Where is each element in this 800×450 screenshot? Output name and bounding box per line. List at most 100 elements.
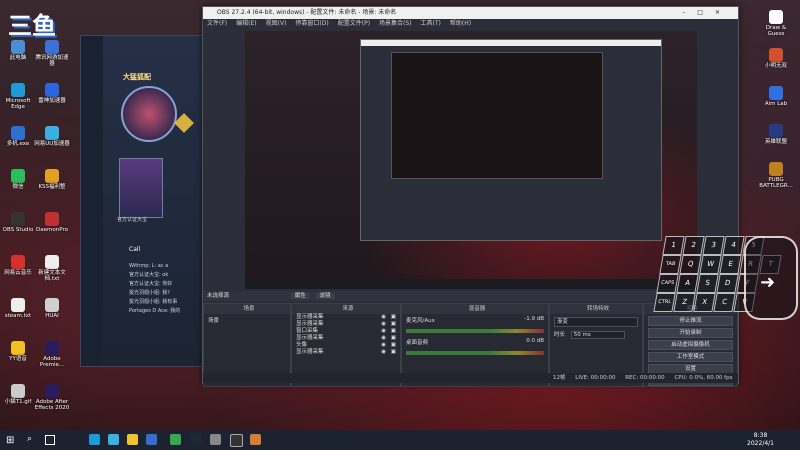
source-item[interactable]: 显示器采集 ◉ ▣ — [292, 314, 400, 321]
app-icon — [769, 162, 783, 176]
obs-window[interactable]: OBS 27.2.4 (64-bit, windows) - 配置文件: 未命名… — [202, 6, 739, 387]
desktop-icon[interactable]: 网易UU加速器 — [34, 126, 70, 147]
steam-taskbar-icon[interactable] — [190, 434, 201, 445]
menu-item[interactable]: 工具(T) — [421, 20, 441, 27]
clock[interactable]: 8:38 2022/4/1 — [747, 432, 774, 448]
sources-header: 来源 — [292, 304, 400, 314]
desktop-icon-label: 微信 — [12, 184, 24, 190]
avatar — [121, 86, 177, 142]
lock-icon[interactable]: ▣ — [391, 342, 396, 349]
app2-taskbar-icon[interactable] — [250, 434, 261, 445]
desktop-icon[interactable]: KSS福利整 — [34, 169, 70, 190]
control-button[interactable]: 停止推流 — [648, 316, 733, 326]
browser-taskbar-icon[interactable] — [108, 434, 119, 445]
scene-item[interactable]: 场景 — [204, 314, 290, 326]
desktop-icon[interactable]: 微信 — [0, 169, 36, 190]
desktop-icon[interactable]: 网易云音乐 — [0, 255, 36, 276]
desktop-icon[interactable]: 小明无双 — [758, 48, 794, 69]
desktop-icon-label: Microsoft Edge — [5, 98, 31, 111]
lock-icon[interactable]: ▣ — [391, 314, 396, 321]
nested-titlebar — [361, 40, 661, 46]
desktop-icon[interactable]: 多机.exe — [0, 126, 36, 147]
game-client-window[interactable]: 大猛狐配 官方认证大宝 Call Withmp: L: ac a 官方认证大宝: … — [80, 35, 212, 367]
duration-label: 时长 — [554, 332, 566, 338]
eye-icon[interactable]: ◉ — [381, 342, 386, 349]
volume-meter[interactable] — [406, 329, 544, 333]
search-icon[interactable]: ⌕ — [27, 434, 32, 444]
key-cap: X — [693, 293, 716, 312]
desktop-icon[interactable]: 腾讯网游加速器 — [34, 40, 70, 67]
duration-input[interactable]: 50 ms — [570, 331, 625, 339]
desktop-icon[interactable]: Microsoft Edge — [0, 83, 36, 110]
rec-time: REC: 00:00:00 — [625, 375, 665, 381]
desktop-icon[interactable]: 此电脑 — [0, 40, 36, 61]
source-item[interactable]: 显示器采集 ◉ ▣ — [292, 349, 400, 356]
app-icon — [11, 255, 25, 269]
store-taskbar-icon[interactable] — [146, 434, 157, 445]
desktop-icon[interactable]: HUAI — [34, 298, 70, 319]
key-cap: W — [699, 255, 722, 274]
start-button[interactable]: ⊞ — [6, 435, 14, 446]
desktop-icon-label: 英雄联盟 — [764, 139, 787, 145]
chat-line: Portages D Ace: 我的 — [129, 308, 181, 314]
lock-icon[interactable]: ▣ — [391, 335, 396, 342]
obs-titlebar[interactable]: OBS 27.2.4 (64-bit, windows) - 配置文件: 未命名… — [203, 7, 738, 19]
app-icon — [45, 255, 59, 269]
control-button[interactable]: 工作室模式 — [648, 352, 733, 362]
source-item[interactable]: 显示器采集 ◉ ▣ — [292, 335, 400, 342]
source-item[interactable]: 头像 ◉ ▣ — [292, 342, 400, 349]
menu-item[interactable]: 配置文件(P) — [338, 20, 370, 27]
menu-item[interactable]: 编辑(E) — [236, 20, 256, 27]
menu-item[interactable]: 停靠窗口(D) — [295, 20, 328, 27]
eye-icon[interactable]: ◉ — [381, 321, 386, 328]
desktop-icon[interactable]: 英雄联盟 — [758, 124, 794, 145]
desktop-icon[interactable]: PUBG BATTLEGR... — [758, 162, 794, 189]
desktop-icon[interactable]: 新建文本文档.txt — [34, 255, 70, 282]
obs-taskbar-icon[interactable] — [230, 434, 243, 447]
chrome-taskbar-icon[interactable] — [170, 434, 181, 445]
desktop-icon[interactable]: 雷神加速器 — [34, 83, 70, 104]
volume-meter[interactable] — [406, 351, 544, 355]
task-view-icon[interactable] — [45, 435, 55, 445]
desktop-icon[interactable]: Adobe Premie... — [34, 341, 70, 368]
desktop-icon[interactable]: steam.txt — [0, 298, 36, 319]
desktop-icon[interactable]: YY语音 — [0, 341, 36, 362]
app-taskbar-icon[interactable] — [210, 434, 221, 445]
menu-item[interactable]: 帮助(H) — [450, 20, 471, 27]
menu-item[interactable]: 文件(F) — [207, 20, 227, 27]
desktop-icon[interactable]: OBS Studio — [0, 212, 36, 233]
desktop-icon[interactable]: Adobe After Effects 2020 — [34, 384, 70, 411]
menu-item[interactable]: 场景集合(S) — [379, 20, 412, 27]
menu-item[interactable]: 视图(V) — [266, 20, 287, 27]
desktop-icon[interactable]: Draw & Guess — [758, 10, 794, 37]
desktop-icon-label: 网易云音乐 — [4, 270, 32, 276]
control-button[interactable]: 启动虚拟摄像机 — [648, 340, 733, 350]
desktop-icon[interactable]: DaemonPro — [34, 212, 70, 233]
desktop-icon[interactable]: Aim Lab — [758, 86, 794, 107]
lock-icon[interactable]: ▣ — [391, 349, 396, 356]
desktop-icon-label: Aim Lab — [764, 101, 788, 107]
app-icon — [11, 169, 25, 183]
sources-list: 显示器采集 ◉ ▣ 显示器采集 ◉ ▣ 窗口采集 ◉ ▣ 显示器采集 ◉ ▣ 头像 ◉ ▣ 显示器采集 ◉ ▣ — [292, 314, 400, 356]
source-item[interactable]: 显示器采集 ◉ ▣ — [292, 321, 400, 328]
eye-icon[interactable]: ◉ — [381, 314, 386, 321]
properties-button[interactable]: 属性 — [290, 293, 310, 299]
lock-icon[interactable]: ▣ — [391, 321, 396, 328]
chat-log: Withmp: L: ac a 官方认证大宝: ok 官方认证大宝: 你好 拔光羽翅小… — [129, 262, 209, 316]
lock-icon[interactable]: ▣ — [391, 328, 396, 335]
explorer-taskbar-icon[interactable] — [127, 434, 138, 445]
desktop-icon-label: 腾讯网游加速器 — [35, 55, 69, 68]
filters-button[interactable]: 滤镜 — [315, 293, 335, 299]
eye-icon[interactable]: ◉ — [381, 335, 386, 342]
window-controls[interactable]: –□✕ — [682, 7, 732, 19]
chat-line: 拔光羽翅小姐: 我有事 — [129, 299, 178, 305]
eye-icon[interactable]: ◉ — [381, 349, 386, 356]
edge-taskbar-icon[interactable] — [89, 434, 100, 445]
eye-icon[interactable]: ◉ — [381, 328, 386, 335]
desktop-icon[interactable]: 小猫T1.gif — [0, 384, 36, 405]
transition-select[interactable]: 渐变 — [554, 317, 638, 327]
control-button[interactable]: 开始录制 — [648, 328, 733, 338]
source-item[interactable]: 窗口采集 ◉ ▣ — [292, 328, 400, 335]
card-hero[interactable] — [119, 158, 163, 218]
preview-canvas[interactable] — [245, 31, 697, 289]
